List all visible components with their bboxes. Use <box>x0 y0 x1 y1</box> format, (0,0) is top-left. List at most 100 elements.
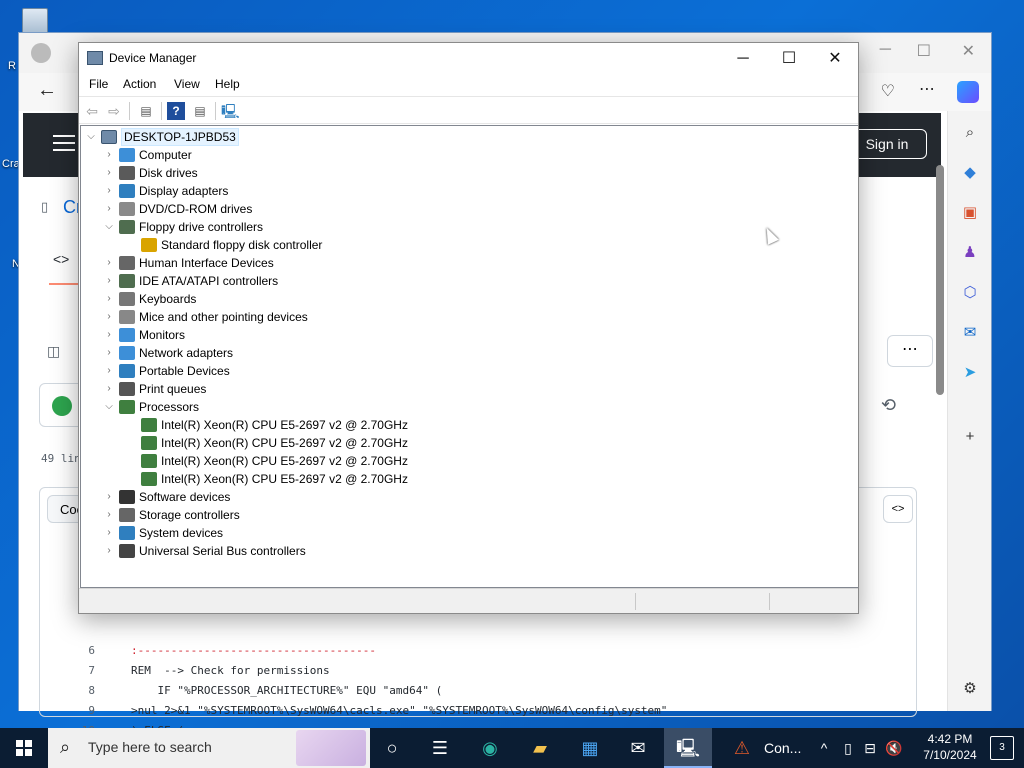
expand-chevron-icon[interactable]: › <box>103 542 115 560</box>
expand-chevron-icon[interactable]: › <box>103 164 115 182</box>
tree-category[interactable]: › Human Interface Devices <box>103 254 503 272</box>
menu-help[interactable]: Help <box>215 77 240 91</box>
copilot-icon[interactable] <box>957 81 979 103</box>
sidebar-tools-icon[interactable]: ▣ <box>960 203 980 223</box>
tree-device[interactable]: Intel(R) Xeon(R) CPU E5-2697 v2 @ 2.70GH… <box>123 452 523 470</box>
show-hide-console-tree-icon[interactable]: ▤ <box>137 102 155 120</box>
sidebar-telegram-icon[interactable]: ➤ <box>960 363 980 383</box>
line-number: 8 <box>88 684 95 697</box>
tree-category[interactable]: ⌵ Floppy drive controllers <box>103 218 503 236</box>
taskbar-search[interactable]: ⌕ Type here to search <box>48 728 370 768</box>
profile-avatar-icon[interactable] <box>31 43 51 63</box>
expand-chevron-icon[interactable]: › <box>103 344 115 362</box>
forward-icon[interactable]: ⇨ <box>105 102 123 120</box>
help-icon[interactable]: ? <box>167 102 185 120</box>
tree-category[interactable]: › Network adapters <box>103 344 503 362</box>
menu-hamburger-icon[interactable] <box>53 135 75 151</box>
tree-root[interactable]: ⌵ DESKTOP-1JPBD53 <box>85 128 285 146</box>
browser-minimize-icon[interactable]: ─ <box>880 41 891 59</box>
expand-chevron-icon[interactable]: › <box>103 326 115 344</box>
running-app-button[interactable]: ⚠ Con... <box>722 728 808 768</box>
expand-chevron-icon[interactable]: › <box>103 254 115 272</box>
page-scrollbar-thumb[interactable] <box>936 165 944 395</box>
expand-chevron-icon[interactable]: › <box>103 488 115 506</box>
browser-more-icon[interactable]: ⋯ <box>919 79 935 99</box>
expand-chevron-icon[interactable]: › <box>103 362 115 380</box>
mail-icon[interactable]: ✉ <box>624 734 652 762</box>
tree-category[interactable]: ⌵ Processors <box>103 398 503 416</box>
collapse-chevron-icon[interactable]: ⌵ <box>85 128 97 146</box>
minimize-button[interactable]: ─ <box>720 43 766 74</box>
menu-view[interactable]: View <box>174 77 200 91</box>
device-tree[interactable]: ⌵ DESKTOP-1JPBD53 › Computer › Disk drives ›… <box>80 125 858 588</box>
close-button[interactable]: ✕ <box>812 43 858 74</box>
expand-chevron-icon[interactable]: › <box>103 506 115 524</box>
browser-close-icon[interactable]: ✕ <box>962 41 975 61</box>
tree-category[interactable]: › Mice and other pointing devices <box>103 308 503 326</box>
code-line: REM --> Check for permissions <box>131 664 330 677</box>
menu-action[interactable]: Action <box>123 77 156 91</box>
menu-file[interactable]: File <box>89 77 108 91</box>
expand-chevron-icon[interactable]: › <box>103 182 115 200</box>
collapse-chevron-icon[interactable]: ⌵ <box>103 398 115 416</box>
tree-category[interactable]: › Keyboards <box>103 290 503 308</box>
sidebar-add-icon[interactable]: + <box>960 427 980 447</box>
sidebar-games-icon[interactable]: ♟ <box>960 243 980 263</box>
tree-category[interactable]: › IDE ATA/ATAPI controllers <box>103 272 503 290</box>
tree-device[interactable]: Intel(R) Xeon(R) CPU E5-2697 v2 @ 2.70GH… <box>123 470 523 488</box>
title-bar[interactable]: Device Manager ─ ☐ ✕ <box>79 43 858 74</box>
tree-category[interactable]: › Storage controllers <box>103 506 503 524</box>
tree-device[interactable]: Standard floppy disk controller <box>123 236 523 254</box>
sidebar-outlook-icon[interactable]: ✉ <box>960 323 980 343</box>
device-manager-taskbar-button[interactable]: 🖳 <box>664 728 712 768</box>
code-line: >nul 2>&1 "%SYSTEMROOT%\SysWOW64\cacls.e… <box>131 704 668 717</box>
back-icon[interactable]: ⇦ <box>83 102 101 120</box>
sidebar-shopping-icon[interactable]: ◆ <box>960 163 980 183</box>
notification-center-icon[interactable]: 3 <box>990 736 1014 760</box>
tree-category[interactable]: › Portable Devices <box>103 362 503 380</box>
sidebar-office-icon[interactable]: ⬡ <box>960 283 980 303</box>
browser-essentials-icon[interactable]: ♡ <box>881 81 895 101</box>
more-options-icon[interactable]: ⋯ <box>887 335 933 367</box>
widgets-icon[interactable]: ☰ <box>426 734 454 762</box>
start-button[interactable] <box>0 728 48 768</box>
tree-category[interactable]: › Monitors <box>103 326 503 344</box>
task-view-icon[interactable]: ○ <box>378 734 406 762</box>
tree-category[interactable]: › System devices <box>103 524 503 542</box>
tree-category[interactable]: › Print queues <box>103 380 503 398</box>
expand-chevron-icon[interactable]: › <box>103 200 115 218</box>
sidebar-settings-icon[interactable]: ⚙ <box>960 679 980 699</box>
sign-in-button[interactable]: Sign in <box>847 129 927 159</box>
store-icon[interactable]: ▦ <box>576 734 604 762</box>
tree-category[interactable]: › Universal Serial Bus controllers <box>103 542 503 560</box>
tree-category[interactable]: › Computer <box>103 146 503 164</box>
maximize-button[interactable]: ☐ <box>766 43 812 74</box>
history-icon[interactable]: ⟲ <box>881 395 896 416</box>
expand-chevron-icon[interactable]: › <box>103 146 115 164</box>
browser-maximize-icon[interactable]: ☐ <box>917 41 931 61</box>
collapse-chevron-icon[interactable]: ⌵ <box>103 218 115 236</box>
tree-category[interactable]: › DVD/CD-ROM drives <box>103 200 503 218</box>
expand-chevron-icon[interactable]: › <box>103 524 115 542</box>
code-tab-icon[interactable]: <> <box>53 251 69 267</box>
sidebar-toggle-icon[interactable]: ◫ <box>47 343 60 360</box>
file-explorer-icon[interactable]: ▰ <box>526 734 554 762</box>
scan-hardware-icon[interactable]: 🖳 <box>221 102 240 120</box>
expand-chevron-icon[interactable]: › <box>103 308 115 326</box>
sidebar-search-icon[interactable]: ⌕ <box>960 123 980 143</box>
expand-chevron-icon[interactable]: › <box>103 380 115 398</box>
properties-icon[interactable]: ▤ <box>191 102 209 120</box>
tree-category[interactable]: › Display adapters <box>103 182 503 200</box>
expand-chevron-icon[interactable]: › <box>103 290 115 308</box>
tree-category[interactable]: › Disk drives <box>103 164 503 182</box>
embed-code-icon[interactable]: <> <box>883 495 913 523</box>
tree-device[interactable]: Intel(R) Xeon(R) CPU E5-2697 v2 @ 2.70GH… <box>123 416 523 434</box>
tree-device[interactable]: Intel(R) Xeon(R) CPU E5-2697 v2 @ 2.70GH… <box>123 434 523 452</box>
edge-icon[interactable]: ◉ <box>476 734 504 762</box>
system-clock[interactable]: 4:42 PM 7/10/2024 <box>920 731 980 763</box>
back-arrow-icon[interactable]: ← <box>37 79 57 102</box>
page-scrollbar[interactable] <box>935 151 945 711</box>
tree-category[interactable]: › Software devices <box>103 488 503 506</box>
volume-muted-icon[interactable]: 🔇 <box>880 734 908 762</box>
expand-chevron-icon[interactable]: › <box>103 272 115 290</box>
